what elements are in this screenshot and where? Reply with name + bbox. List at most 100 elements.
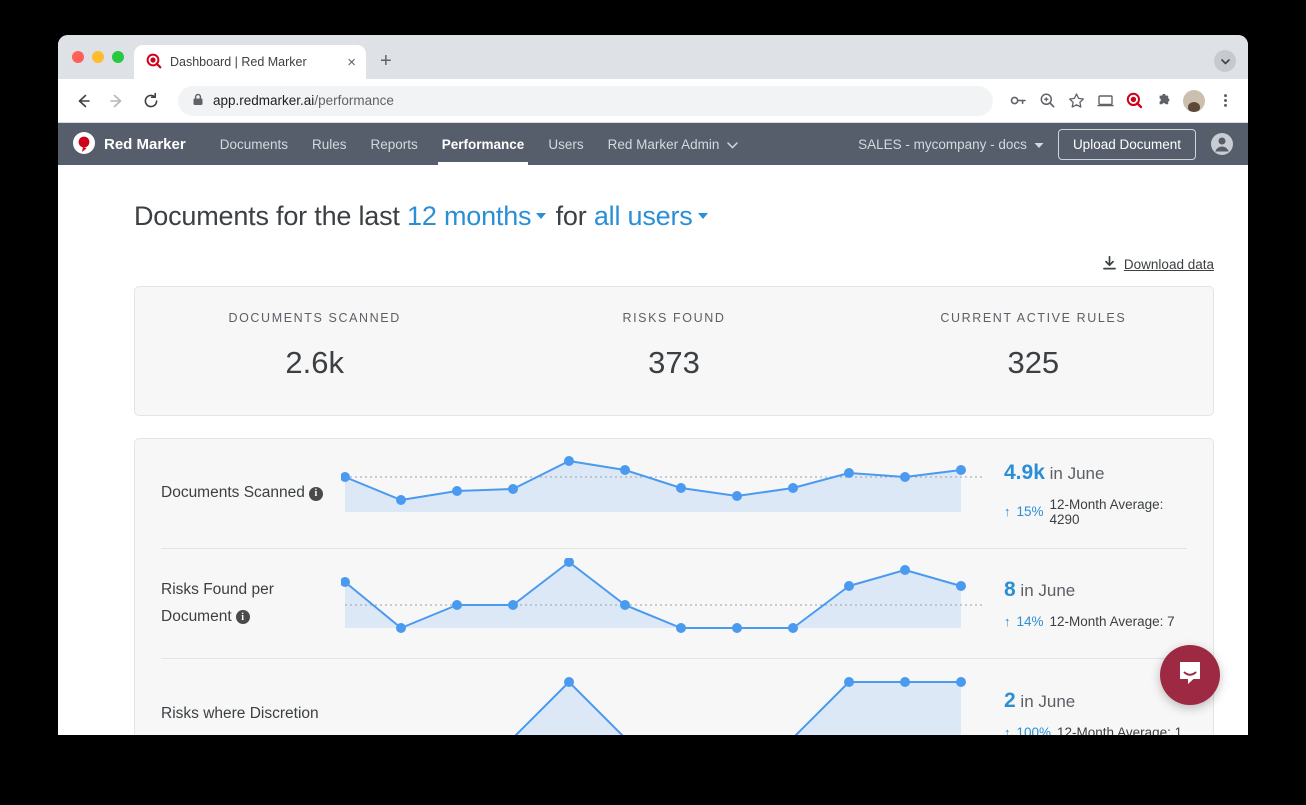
star-icon[interactable] xyxy=(1063,88,1089,114)
nav-item-label: Red Marker Admin xyxy=(608,137,720,152)
maximize-window-button[interactable] xyxy=(112,51,124,63)
chart-title-text: Documents Scanned xyxy=(161,484,305,501)
current-value: 4.9k xyxy=(1004,461,1045,484)
window-traffic-lights xyxy=(72,35,134,79)
lock-icon xyxy=(192,93,204,109)
nav-item-label: Users xyxy=(548,137,583,152)
current-period: in June xyxy=(1050,464,1105,483)
tenant-label: SALES - mycompany - docs xyxy=(858,137,1027,152)
chart-row-risks-where-discretion: Risks where Discretion 2 in June xyxy=(161,659,1187,735)
stat-label: RISKS FOUND xyxy=(494,311,853,325)
sparkline-documents-scanned xyxy=(341,448,986,540)
browser-omnibar: app.redmarker.ai/performance xyxy=(58,79,1248,123)
chart-row-summary: 2 in June ↑ 100% 12-Month Average: 1 xyxy=(986,689,1187,736)
cast-icon[interactable] xyxy=(1092,88,1118,114)
chat-bubble-icon xyxy=(1175,658,1205,693)
chart-row-title: Documents Scanned i xyxy=(161,480,341,507)
page-title-prefix: Documents for the last xyxy=(134,201,407,231)
url-path: /performance xyxy=(314,93,394,108)
trend-up-icon: ↑ xyxy=(1004,614,1011,629)
trend-up-icon: ↑ xyxy=(1004,725,1011,736)
trend-percent: 15% xyxy=(1017,504,1044,519)
caret-down-icon xyxy=(1034,137,1044,152)
download-row: Download data xyxy=(76,232,1230,273)
browser-tab-title: Dashboard | Red Marker xyxy=(170,55,339,69)
minimize-window-button[interactable] xyxy=(92,51,104,63)
upload-document-button[interactable]: Upload Document xyxy=(1058,129,1196,160)
nav-item-rules[interactable]: Rules xyxy=(300,123,359,165)
chart-row-title: Risks Found per Documenti xyxy=(161,577,341,630)
reload-icon[interactable] xyxy=(136,86,166,116)
browser-tab[interactable]: Dashboard | Red Marker × xyxy=(134,45,366,79)
intercom-launcher-button[interactable] xyxy=(1160,645,1220,705)
nav-item-reports[interactable]: Reports xyxy=(359,123,430,165)
chart-title-text: Risks Found per Document xyxy=(161,581,274,625)
key-icon[interactable] xyxy=(1005,88,1031,114)
info-icon[interactable]: i xyxy=(236,610,250,624)
download-data-link[interactable]: Download data xyxy=(1103,256,1214,273)
sparkline-risks-where-discretion xyxy=(341,668,986,735)
download-data-label: Download data xyxy=(1124,257,1214,272)
trend-percent: 14% xyxy=(1017,614,1044,629)
brand-name: Red Marker xyxy=(104,136,186,153)
trend-charts-card: Documents Scanned i xyxy=(134,438,1214,735)
current-period: in June xyxy=(1020,692,1075,711)
nav-item-performance[interactable]: Performance xyxy=(430,123,537,165)
url-host: app.redmarker.ai xyxy=(213,93,314,108)
nav-item-label: Rules xyxy=(312,137,347,152)
average-label: 12-Month Average: 7 xyxy=(1050,614,1175,629)
profile-avatar[interactable] xyxy=(1183,90,1205,112)
stat-label: CURRENT ACTIVE RULES xyxy=(854,311,1213,325)
info-icon[interactable]: i xyxy=(309,487,323,501)
chart-row-risks-found-per-document: Risks Found per Documenti xyxy=(161,549,1187,659)
red-marker-logo-icon xyxy=(72,131,96,158)
new-tab-button[interactable]: + xyxy=(380,50,392,73)
stat-value: 373 xyxy=(494,345,853,381)
brand-logo[interactable]: Red Marker xyxy=(72,131,186,158)
sparkline-area xyxy=(345,461,961,512)
app-navigation-bar: Red Marker Documents Rules Reports Perfo… xyxy=(58,123,1248,165)
chevron-down-icon[interactable] xyxy=(1214,50,1236,72)
stat-value: 2.6k xyxy=(135,345,494,381)
trend-percent: 100% xyxy=(1017,725,1052,736)
chart-title-text: Risks where Discretion xyxy=(161,705,319,722)
trend-up-icon: ↑ xyxy=(1004,504,1011,519)
browser-toolbar-icons xyxy=(1005,88,1238,114)
browser-tabstrip: Dashboard | Red Marker × + xyxy=(58,35,1248,79)
download-icon xyxy=(1103,256,1116,273)
nav-item-red-marker-admin[interactable]: Red Marker Admin xyxy=(596,123,751,165)
sparkline-points xyxy=(564,677,966,687)
chart-row-summary: 4.9k in June ↑ 15% 12-Month Average: 429… xyxy=(986,461,1187,527)
sparkline-risks-found-per-document xyxy=(341,558,986,650)
red-marker-logo-icon xyxy=(146,53,162,72)
chart-row-title: Risks where Discretion xyxy=(161,701,341,728)
back-arrow-icon[interactable] xyxy=(68,86,98,116)
kebab-menu-icon[interactable] xyxy=(1212,88,1238,114)
average-label: 12-Month Average: 4290 xyxy=(1050,497,1187,527)
nav-item-documents[interactable]: Documents xyxy=(208,123,300,165)
stat-documents-scanned: DOCUMENTS SCANNED 2.6k xyxy=(135,311,494,381)
current-value: 2 xyxy=(1004,689,1016,712)
caret-down-icon[interactable] xyxy=(698,213,708,219)
puzzle-icon[interactable] xyxy=(1150,88,1176,114)
user-scope-dropdown[interactable]: all users xyxy=(594,201,693,231)
stat-value: 325 xyxy=(854,345,1213,381)
current-period: in June xyxy=(1020,581,1075,600)
close-window-button[interactable] xyxy=(72,51,84,63)
tenant-selector[interactable]: SALES - mycompany - docs xyxy=(858,137,1044,152)
nav-item-label: Reports xyxy=(371,137,418,152)
page-title: Documents for the last 12 months for all… xyxy=(76,165,1230,232)
caret-down-icon[interactable] xyxy=(536,213,546,219)
nav-item-label: Documents xyxy=(220,137,288,152)
browser-window: Dashboard | Red Marker × + app.redmarker… xyxy=(58,35,1248,735)
url-bar[interactable]: app.redmarker.ai/performance xyxy=(178,86,993,116)
summary-stats-card: DOCUMENTS SCANNED 2.6k RISKS FOUND 373 C… xyxy=(134,286,1214,416)
user-circle-icon[interactable] xyxy=(1210,132,1234,156)
nav-item-users[interactable]: Users xyxy=(536,123,595,165)
zoom-icon[interactable] xyxy=(1034,88,1060,114)
forward-arrow-icon[interactable] xyxy=(102,86,132,116)
red-marker-extension-icon[interactable] xyxy=(1121,88,1147,114)
period-dropdown[interactable]: 12 months xyxy=(407,201,531,231)
close-icon[interactable]: × xyxy=(347,55,356,70)
stat-current-active-rules: CURRENT ACTIVE RULES 325 xyxy=(854,311,1213,381)
